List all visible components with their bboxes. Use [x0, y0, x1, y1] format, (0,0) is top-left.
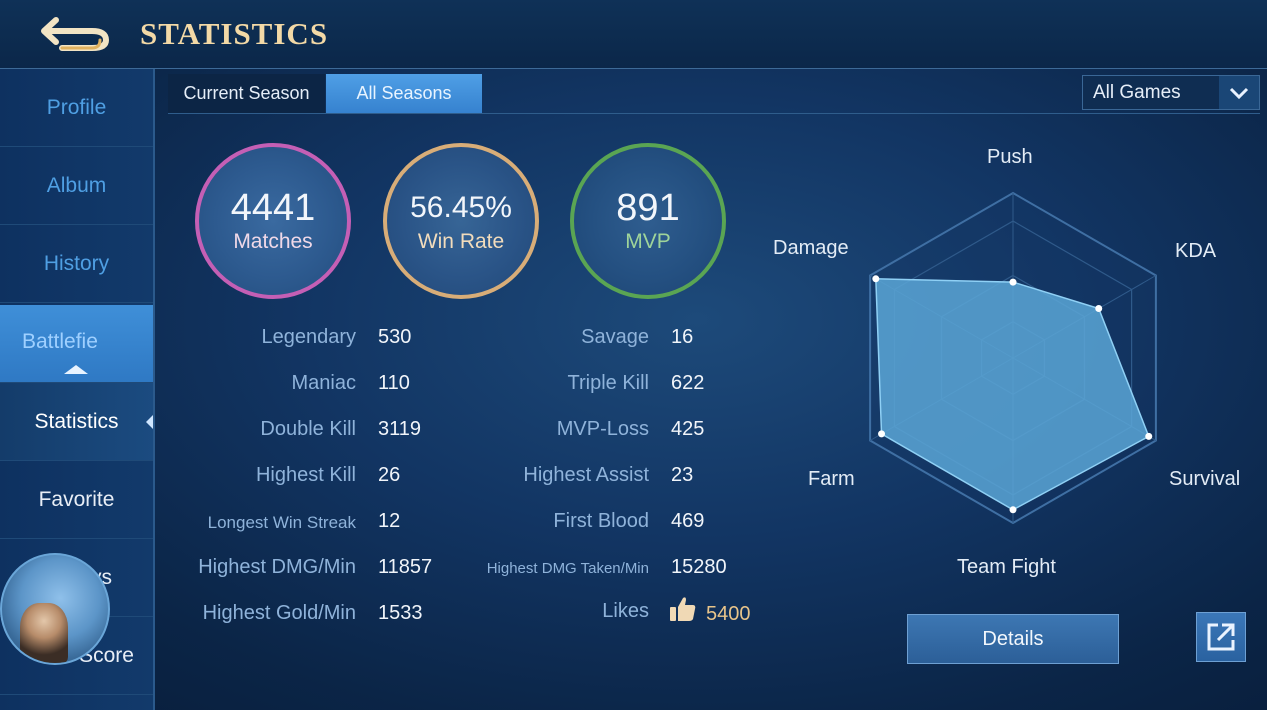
stat-label-highest-dmg-min: Highest DMG/Min — [198, 556, 356, 578]
sidebar-item-label: Album — [46, 173, 107, 197]
stat-value-highest-gold-min: 1533 — [378, 602, 423, 624]
win-rate-value: 56.45% — [410, 191, 512, 224]
radar-data-point-damage — [872, 275, 880, 283]
stat-label-triple-kill: Triple Kill — [567, 372, 650, 394]
stat-label-first-blood: First Blood — [553, 510, 649, 532]
selected-marker-icon — [146, 415, 153, 429]
chevron-down-icon — [1219, 76, 1259, 109]
matches-ring: 4441 Matches — [195, 143, 351, 299]
matches-value: 4441 — [230, 187, 316, 229]
radar-axis-label-kda: KDA — [1175, 240, 1217, 262]
tab-current-season[interactable]: Current Season — [168, 74, 325, 113]
radar-data-point-team-fight — [1009, 506, 1017, 514]
stat-value-mvp-loss: 425 — [671, 418, 705, 440]
sidebar-item-statistics[interactable]: Statistics — [0, 383, 153, 461]
radar-data-point-push — [1009, 278, 1017, 286]
tab-divider — [168, 113, 1260, 114]
sidebar-item-favorite[interactable]: Favorite — [0, 461, 153, 539]
page-title: STATISTICS — [140, 16, 329, 51]
stat-value-double-kill: 3119 — [378, 418, 422, 440]
matches-label: Matches — [233, 230, 313, 253]
stat-value-highest-dmg-taken-min: 15280 — [671, 556, 727, 578]
radar-chart-svg — [869, 191, 1157, 525]
radar-chart — [760, 140, 1260, 590]
details-button[interactable]: Details — [907, 614, 1119, 664]
sidebar-item-label: Battlefie — [22, 329, 98, 353]
radar-data-point-farm — [878, 430, 886, 438]
radar-axis-label-farm: Farm — [808, 468, 855, 490]
stat-value-longest-win-streak: 12 — [378, 510, 401, 532]
tab-all-seasons[interactable]: All Seasons — [326, 74, 482, 113]
stat-label-savage: Savage — [581, 326, 649, 348]
radar-axis-label-survival: Survival — [1169, 468, 1241, 490]
thumbs-up-icon[interactable] — [668, 594, 698, 629]
stat-label-highest-assist: Highest Assist — [523, 464, 649, 486]
stat-label-maniac: Maniac — [291, 372, 356, 394]
avatar-photo — [20, 603, 68, 663]
stat-value-triple-kill: 622 — [671, 372, 705, 394]
stat-value-legendary: 530 — [378, 326, 412, 348]
header-bar: STATISTICS — [0, 0, 1267, 69]
stat-value-maniac: 110 — [378, 372, 410, 394]
stat-label-double-kill: Double Kill — [260, 418, 356, 440]
sidebar-item-label: Profile — [46, 95, 107, 119]
sidebar-item-label: Favorite — [38, 487, 115, 511]
stat-label-highest-kill: Highest Kill — [255, 464, 356, 486]
win-rate-ring: 56.45% Win Rate — [383, 143, 539, 299]
sidebar-item-album[interactable]: Album — [0, 147, 153, 225]
stat-label-highest-dmg-taken-min: Highest DMG Taken/Min — [486, 560, 649, 577]
stat-value-savage: 16 — [671, 326, 694, 348]
sidebar-section-battlefield[interactable]: Battlefie — [0, 305, 153, 383]
sidebar-item-label: Statistics — [34, 409, 119, 433]
share-button[interactable] — [1196, 612, 1246, 662]
radar-axis-label-team-fight: Team Fight — [957, 556, 1056, 578]
mvp-ring: 891 MVP — [570, 143, 726, 299]
stat-value-highest-dmg-min: 11857 — [378, 556, 433, 578]
stat-value-likes: 5400 — [706, 603, 751, 625]
stat-label-likes: Likes — [602, 600, 649, 622]
radar-data-point-kda — [1095, 305, 1103, 312]
stat-value-first-blood: 469 — [671, 510, 705, 532]
mvp-label: MVP — [625, 230, 671, 253]
back-arrow-icon — [41, 17, 110, 51]
radar-axis-label-damage: Damage — [773, 237, 849, 259]
stat-value-highest-kill: 26 — [378, 464, 401, 486]
sidebar-item-label: History — [43, 251, 110, 275]
stat-label-mvp-loss: MVP-Loss — [556, 418, 649, 440]
share-icon — [1207, 623, 1235, 651]
game-mode-selected: All Games — [1093, 81, 1181, 103]
win-rate-label: Win Rate — [417, 230, 505, 253]
avatar[interactable] — [0, 553, 110, 665]
stat-value-highest-assist: 23 — [671, 464, 694, 486]
stat-label-legendary: Legendary — [261, 326, 356, 348]
caret-up-icon — [64, 365, 88, 374]
mvp-value: 891 — [616, 187, 680, 229]
stat-label-longest-win-streak: Longest Win Streak — [207, 513, 356, 532]
stat-label-highest-gold-min: Highest Gold/Min — [202, 602, 356, 624]
sidebar-item-history[interactable]: History — [0, 225, 153, 303]
game-mode-select[interactable]: All Games — [1082, 75, 1260, 110]
radar-axis-label-push: Push — [987, 146, 1033, 168]
back-button[interactable] — [34, 10, 112, 56]
sidebar-item-profile[interactable]: Profile — [0, 69, 153, 147]
radar-data-point-survival — [1145, 432, 1153, 440]
